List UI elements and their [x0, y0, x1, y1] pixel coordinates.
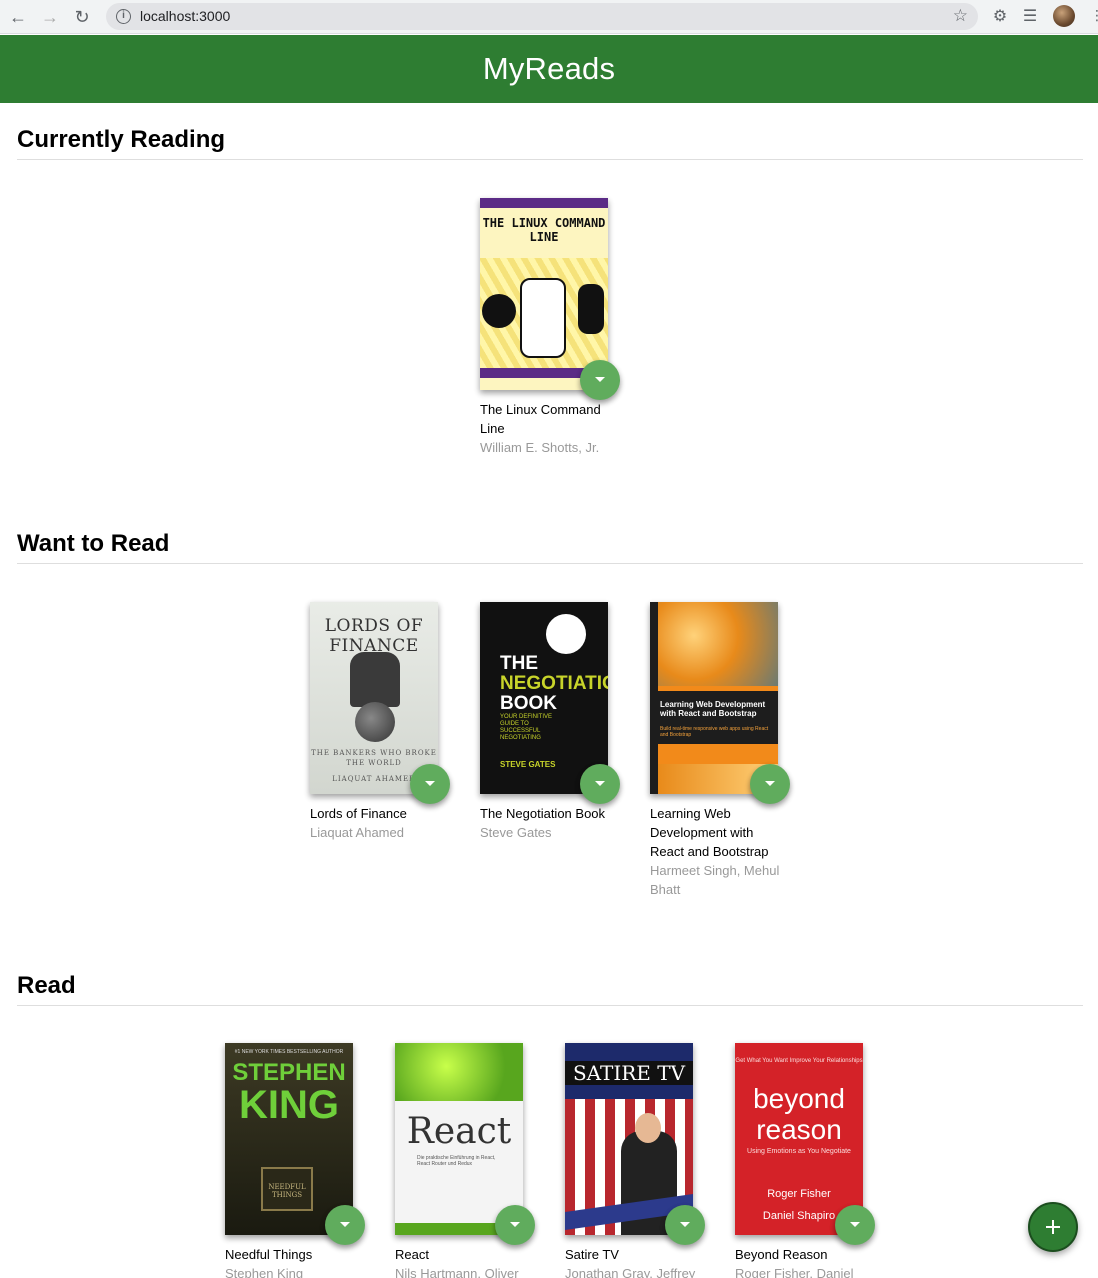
- book-title: Learning Web Development with React and …: [650, 806, 769, 859]
- shelf-changer-button[interactable]: [665, 1205, 705, 1245]
- extensions-icon[interactable]: ⚙: [990, 6, 1010, 26]
- shelf-changer-button[interactable]: [580, 764, 620, 804]
- profile-avatar[interactable]: [1053, 5, 1075, 27]
- menu-kebab-icon[interactable]: ⋮: [1090, 7, 1098, 24]
- shelf-changer-button[interactable]: [835, 1205, 875, 1245]
- book-title: Needful Things: [225, 1247, 313, 1262]
- shelf-changer-button[interactable]: [410, 764, 450, 804]
- shelf-changer-button[interactable]: [750, 764, 790, 804]
- cover-title-text: beyond reason: [753, 1083, 845, 1145]
- cover-title-text: THE NEGOTIATION BOOK: [500, 653, 608, 714]
- book-item: React Die praktische Einführung in React…: [395, 1043, 535, 1278]
- cover-subtitle-text: Using Emotions as You Negotiate: [747, 1148, 851, 1155]
- book-title: The Linux Command Line: [480, 402, 601, 436]
- book-item: #1 NEW YORK TIMES BESTSELLING AUTHOR STE…: [225, 1043, 365, 1278]
- shelf-divider: [17, 159, 1083, 160]
- forward-arrow-icon[interactable]: →: [38, 5, 62, 29]
- site-info-icon[interactable]: i: [116, 9, 131, 24]
- media-controls-icon[interactable]: ☰: [1020, 6, 1040, 26]
- address-url[interactable]: localhost:3000: [140, 8, 230, 24]
- book-authors: Roger Fisher, Daniel: [735, 1266, 854, 1278]
- book-item: THE NEGOTIATION BOOK YOUR DEFINITIVE GUI…: [480, 602, 620, 852]
- shelf-title-read: Read: [17, 972, 76, 999]
- add-book-button[interactable]: [1028, 1202, 1078, 1252]
- cover-tagline-text: #1 NEW YORK TIMES BESTSELLING AUTHOR: [234, 1049, 344, 1055]
- book-title: Beyond Reason: [735, 1247, 828, 1262]
- browser-toolbar: ← → ↻ i localhost:3000 ☆ ⚙ ☰ ⋮: [0, 0, 1098, 34]
- book-item: LORDS OF FINANCE THE BANKERS WHO BROKE T…: [310, 602, 450, 852]
- shelf-divider: [17, 563, 1083, 564]
- book-item: THE LINUX COMMAND LINE The Linux Command…: [480, 198, 620, 468]
- book-cover: Learning Web Development with React and …: [650, 602, 778, 794]
- book-cover: Get What You Want Improve Your Relations…: [735, 1043, 863, 1235]
- book-authors: Harmeet Singh, Mehul Bhatt: [650, 863, 780, 897]
- back-arrow-icon[interactable]: ←: [6, 5, 30, 29]
- book-title: React: [395, 1247, 429, 1262]
- cover-sign: NEEDFUL THINGS: [261, 1167, 313, 1211]
- book-cover: THE LINUX COMMAND LINE: [480, 198, 608, 390]
- book-authors: Nils Hartmann, Oliver: [395, 1266, 519, 1278]
- bookmark-star-icon[interactable]: ☆: [953, 6, 968, 26]
- cover-title-text: React: [406, 1111, 512, 1152]
- book-cover: LORDS OF FINANCE THE BANKERS WHO BROKE T…: [310, 602, 438, 794]
- book-authors: Stephen King: [225, 1266, 304, 1278]
- reload-icon[interactable]: ↻: [70, 5, 94, 29]
- app-title: MyReads: [482, 51, 616, 86]
- cover-subtitle-text: Die praktische Einführung in React, Reac…: [417, 1155, 496, 1167]
- book-title: The Negotiation Book: [480, 806, 606, 821]
- book-title: Satire TV: [565, 1247, 619, 1262]
- address-bar[interactable]: i localhost:3000 ☆: [106, 3, 978, 30]
- cover-subtitle-text: Build real-time responsive web apps usin…: [660, 726, 769, 738]
- cover-title-text: Learning Web Development with React and …: [660, 700, 766, 718]
- shelf-changer-button[interactable]: [495, 1205, 535, 1245]
- cover-tagline-text: Get What You Want Improve Your Relations…: [735, 1058, 863, 1064]
- shelf-title-currently-reading: Currently Reading: [17, 126, 226, 153]
- book-cover: THE NEGOTIATION BOOK YOUR DEFINITIVE GUI…: [480, 602, 608, 794]
- app-header: MyReads: [0, 35, 1098, 103]
- book-cover: #1 NEW YORK TIMES BESTSELLING AUTHOR STE…: [225, 1043, 353, 1235]
- cover-subtitle-text: THE BANKERS WHO BROKE THE WORLD: [311, 749, 437, 767]
- cover-title-text: THE LINUX COMMAND LINE: [482, 216, 606, 244]
- book-cover: React Die praktische Einführung in React…: [395, 1043, 523, 1235]
- cover-subtitle-text: YOUR DEFINITIVE GUIDE TO SUCCESSFUL NEGO…: [500, 714, 553, 741]
- book-authors: Liaquat Ahamed: [310, 825, 404, 840]
- shelf-changer-button[interactable]: [325, 1205, 365, 1245]
- shelf-changer-button[interactable]: [580, 360, 620, 400]
- cover-title-text: STEPHEN KING: [232, 1059, 346, 1127]
- book-cover: SATIRE TV: [565, 1043, 693, 1235]
- book-authors: Steve Gates: [480, 825, 552, 840]
- book-item: Get What You Want Improve Your Relations…: [735, 1043, 875, 1278]
- cover-author-text: STEVE GATES: [500, 760, 556, 769]
- book-item: SATIRE TV Satire TV Jonathan Gray, Jeffr…: [565, 1043, 705, 1278]
- book-item: Learning Web Development with React and …: [650, 602, 790, 902]
- cover-title-text: SATIRE TV: [565, 1061, 693, 1085]
- book-authors: Jonathan Gray, Jeffrey P: [565, 1266, 696, 1278]
- shelf-title-want-to-read: Want to Read: [17, 530, 170, 557]
- book-title: Lords of Finance: [310, 806, 407, 821]
- book-authors: William E. Shotts, Jr.: [480, 440, 600, 455]
- cover-title-text: LORDS OF FINANCE: [324, 616, 424, 656]
- shelf-divider: [17, 1005, 1083, 1006]
